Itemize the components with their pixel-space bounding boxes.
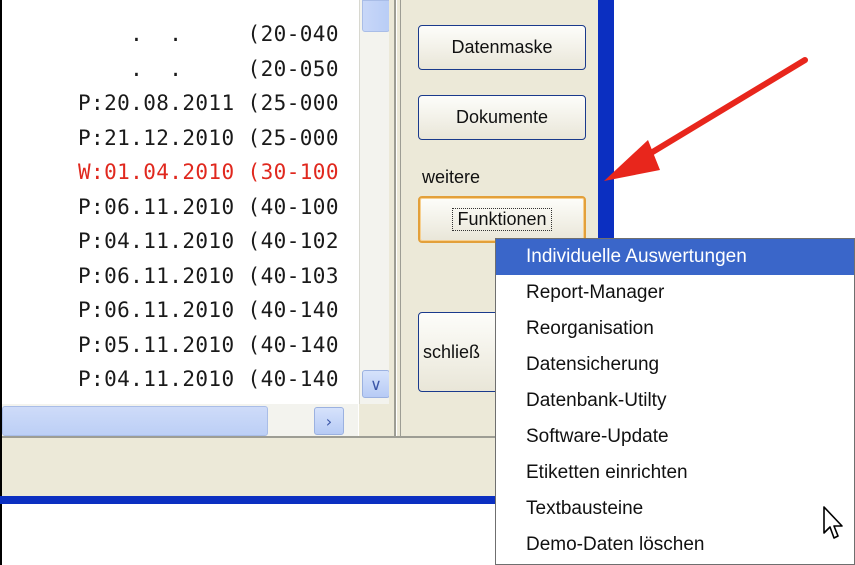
menu-item[interactable]: Textbausteine [496, 491, 854, 527]
funktionen-menu[interactable]: Individuelle Auswertungen Report-Manager R… [495, 238, 855, 565]
mouse-pointer-icon [823, 506, 843, 539]
menu-item[interactable]: Etiketten einrichten [496, 455, 854, 491]
menu-item[interactable]: Reorganisation [496, 311, 854, 347]
menu-item[interactable]: Datensicherung [496, 347, 854, 383]
menu-item[interactable]: Datenbank-Utilty [496, 383, 854, 419]
menu-item[interactable]: Demo-Daten löschen [496, 527, 854, 563]
menu-item[interactable]: Individuelle Auswertungen [496, 239, 854, 275]
menu-item[interactable]: Software-Update [496, 419, 854, 455]
menu-item[interactable]: Report-Manager [496, 275, 854, 311]
